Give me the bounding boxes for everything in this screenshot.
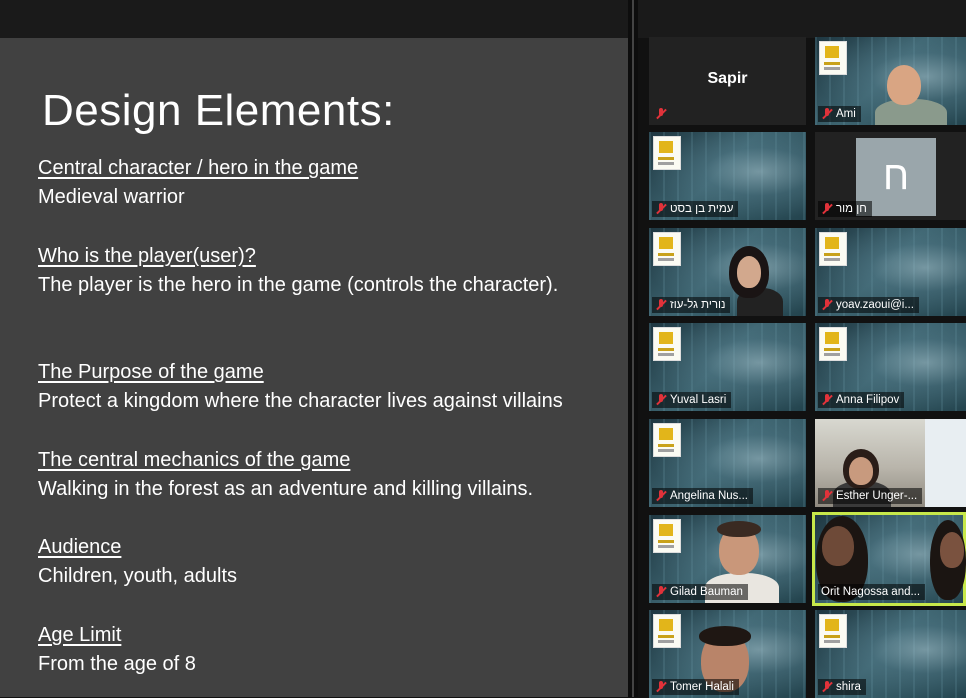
section-heading: The Purpose of the game bbox=[38, 361, 264, 383]
participant-name: Yuval Lasri bbox=[670, 394, 727, 406]
participant-name: Anna Filipov bbox=[836, 394, 900, 406]
participant-nameplate: נורית גל-עוז bbox=[652, 297, 731, 313]
section-mechanics: The central mechanics of the game Walkin… bbox=[38, 446, 533, 504]
section-heading: Age Limit bbox=[38, 624, 122, 646]
mic-muted-icon bbox=[655, 490, 667, 502]
section-text: The player is the hero in the game (cont… bbox=[38, 274, 559, 296]
participant-nameplate: Gilad Bauman bbox=[652, 584, 748, 600]
section-heading: The central mechanics of the game bbox=[38, 449, 351, 471]
organization-logo bbox=[819, 41, 847, 75]
section-text: Protect a kingdom where the character li… bbox=[38, 390, 563, 412]
section-audience: Audience Children, youth, adults bbox=[38, 533, 237, 591]
participant-tile-angelina[interactable]: Angelina Nus... bbox=[649, 419, 806, 507]
section-text: From the age of 8 bbox=[38, 653, 196, 675]
section-text: Children, youth, adults bbox=[38, 565, 238, 587]
participant-nameplate: yoav.zaoui@i... bbox=[818, 297, 919, 313]
participant-tile-chen[interactable]: ח חן מור bbox=[815, 132, 966, 220]
participant-tile-gilad[interactable]: Gilad Bauman bbox=[649, 515, 806, 603]
organization-logo bbox=[653, 327, 681, 361]
participant-name: עמית בן בסט bbox=[670, 203, 734, 215]
mic-muted-icon bbox=[821, 394, 833, 406]
participant-face bbox=[849, 457, 873, 485]
participant-hair bbox=[717, 521, 761, 537]
participant-name: Ami bbox=[836, 108, 856, 120]
participant-nameplate: Ami bbox=[818, 106, 861, 122]
participant-tile-nurit[interactable]: נורית גל-עוז bbox=[649, 228, 806, 316]
organization-logo bbox=[653, 614, 681, 648]
participant-name: shira bbox=[836, 681, 861, 693]
participant-name: Orit Nagossa and... bbox=[821, 586, 921, 598]
participant-tile-orit-active-speaker[interactable]: Orit Nagossa and... bbox=[812, 512, 966, 606]
participant-nameplate: Angelina Nus... bbox=[652, 488, 753, 504]
section-heading: Central character / hero in the game bbox=[38, 157, 359, 179]
participant-name: Tomer Halali bbox=[670, 681, 734, 693]
split-divider[interactable] bbox=[628, 0, 638, 697]
mic-muted-icon bbox=[821, 490, 833, 502]
slide-title: Design Elements: bbox=[42, 86, 395, 135]
section-heading: Audience bbox=[38, 536, 122, 558]
mic-muted-icon bbox=[655, 108, 667, 120]
section-text: Walking in the forest as an adventure an… bbox=[38, 478, 534, 500]
participant-tile-yuval[interactable]: Yuval Lasri bbox=[649, 323, 806, 411]
section-text: Medieval warrior bbox=[38, 186, 185, 208]
section-age-limit: Age Limit From the age of 8 bbox=[38, 621, 196, 679]
mic-muted-icon bbox=[821, 299, 833, 311]
participant-face bbox=[737, 256, 761, 288]
participant-nameplate: Orit Nagossa and... bbox=[818, 584, 926, 600]
organization-logo bbox=[653, 136, 681, 170]
section-player: Who is the player(user)? The player is t… bbox=[38, 242, 558, 300]
participant-name: Esther Unger-... bbox=[836, 490, 918, 502]
participant-name: נורית גל-עוז bbox=[670, 299, 726, 311]
mic-muted-icon bbox=[821, 203, 833, 215]
participant-tile-shira[interactable]: shira bbox=[815, 610, 966, 698]
participant-nameplate: Esther Unger-... bbox=[818, 488, 923, 504]
participant-tile-sapir[interactable]: Sapir bbox=[649, 37, 806, 125]
participant-nameplate: חן מור bbox=[818, 201, 872, 217]
participant-tile-amit[interactable]: עמית בן בסט bbox=[649, 132, 806, 220]
section-heading: Who is the player(user)? bbox=[38, 245, 256, 267]
participant-name: Gilad Bauman bbox=[670, 586, 743, 598]
participant-name: חן מור bbox=[836, 203, 867, 215]
mic-muted-icon bbox=[821, 108, 833, 120]
mic-muted-icon bbox=[655, 681, 667, 693]
participant-nameplate: shira bbox=[818, 679, 866, 695]
organization-logo bbox=[819, 614, 847, 648]
section-purpose: The Purpose of the game Protect a kingdo… bbox=[38, 358, 563, 416]
organization-logo bbox=[653, 423, 681, 457]
mic-muted-icon bbox=[655, 394, 667, 406]
mic-muted-icon bbox=[821, 681, 833, 693]
participant-face bbox=[822, 526, 854, 566]
mic-muted-icon bbox=[655, 203, 667, 215]
participant-tile-yoav[interactable]: yoav.zaoui@i... bbox=[815, 228, 966, 316]
participant-tile-ami[interactable]: Ami bbox=[815, 37, 966, 125]
meeting-top-bar bbox=[0, 0, 966, 38]
organization-logo bbox=[819, 327, 847, 361]
participant-hair bbox=[699, 626, 751, 646]
participant-name: yoav.zaoui@i... bbox=[836, 299, 914, 311]
organization-logo bbox=[653, 232, 681, 266]
participant-nameplate: Tomer Halali bbox=[652, 679, 739, 695]
participant-face bbox=[887, 65, 921, 105]
participant-nameplate: עמית בן בסט bbox=[652, 201, 739, 217]
participant-face bbox=[940, 532, 964, 568]
shared-screen-slide: Design Elements: Central character / her… bbox=[0, 38, 628, 697]
participant-nameplate: Yuval Lasri bbox=[652, 392, 732, 408]
mic-muted-icon bbox=[655, 586, 667, 598]
participant-nameplate bbox=[652, 106, 672, 122]
window-background bbox=[925, 419, 966, 507]
participant-tile-esther[interactable]: Esther Unger-... bbox=[815, 419, 966, 507]
participant-tile-anna[interactable]: Anna Filipov bbox=[815, 323, 966, 411]
participant-tile-tomer[interactable]: Tomer Halali bbox=[649, 610, 806, 698]
organization-logo bbox=[653, 519, 681, 553]
organization-logo bbox=[819, 232, 847, 266]
participant-nameplate: Anna Filipov bbox=[818, 392, 905, 408]
participant-name: Angelina Nus... bbox=[670, 490, 748, 502]
participant-name-large: Sapir bbox=[707, 70, 748, 87]
mic-muted-icon bbox=[655, 299, 667, 311]
section-central-character: Central character / hero in the game Med… bbox=[38, 154, 358, 212]
